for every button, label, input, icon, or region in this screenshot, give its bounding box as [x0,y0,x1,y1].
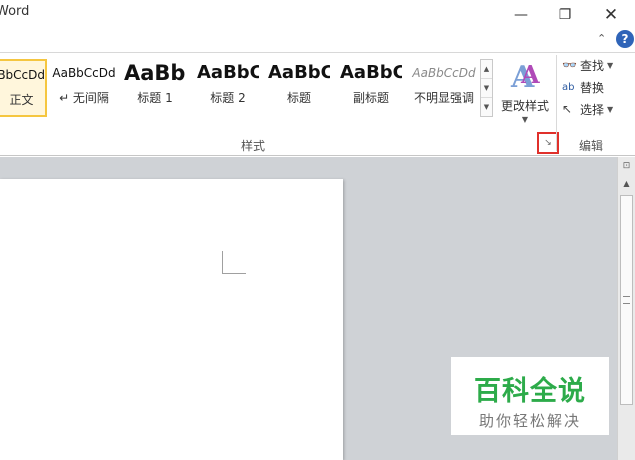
watermark-logo: 百科全说 助你轻松解决 [451,357,609,435]
binoculars-icon: 👓 [562,58,577,72]
style-preview: AaBbCcDd [0,68,45,82]
style-caption: 正文 [9,93,34,107]
collapse-ribbon-icon[interactable]: ⌃ [597,32,606,45]
style-tile-heading-2[interactable]: AaBbC 标题 2 [197,59,259,117]
help-button[interactable]: ? [616,30,634,48]
replace-label: 替换 [580,80,605,95]
margin-corner-mark [222,251,246,274]
styles-group-label: 样式 [241,139,266,153]
close-icon: ✕ [603,5,619,25]
dialog-launcher-icon: ↘ [544,138,552,148]
gallery-more-icon[interactable]: ▼ [481,98,492,117]
find-button[interactable]: 👓 查找 ▼ [562,55,613,75]
change-styles-icon: A A [498,59,552,95]
window-title: Word [0,4,30,19]
style-tile-no-spacing[interactable]: AaBbCcDd ↵ 无间隔 [50,59,118,117]
pointer-icon: ↖ [562,102,573,116]
change-styles-button[interactable]: A A 更改样式 ▼ [498,59,552,129]
group-divider [556,55,557,151]
style-tile-title[interactable]: AaBbC 标题 [268,59,330,117]
style-preview: AaBbC [340,62,402,83]
style-caption: 标题 2 [210,91,246,105]
editing-group-label: 编辑 [579,139,604,153]
style-tile-normal[interactable]: AaBbCcDd 正文 [0,59,47,117]
style-caption: 标题 1 [137,91,173,105]
style-caption: 不明显强调 [413,91,474,105]
style-caption: ↵ 无间隔 [59,91,109,105]
style-caption: 副标题 [352,91,389,105]
style-preview: AaBb [124,61,186,85]
style-preview: AaBbCcDd [412,66,476,80]
find-label: 查找 [580,58,605,73]
style-caption: 标题 [286,91,311,105]
select-label: 选择 [580,102,605,117]
document-page[interactable] [0,179,343,460]
replace-icon: ab [562,81,575,93]
style-tile-subtitle[interactable]: AaBbC 副标题 [340,59,402,117]
minimize-icon: — [514,7,528,23]
watermark-subtitle: 助你轻松解决 [478,412,581,430]
grip-icon [623,296,630,304]
select-button[interactable]: ↖ 选择 ▼ [562,99,613,119]
chevron-down-icon: ▼ [607,104,614,114]
scrollbar-thumb[interactable] [620,195,633,405]
style-tile-heading-1[interactable]: AaBb 标题 1 [124,59,186,117]
watermark-title: 百科全说 [474,376,586,407]
help-icon: ? [621,32,629,46]
style-preview: AaBbC [268,62,330,83]
style-preview: AaBbC [197,62,259,83]
style-preview: AaBbCcDd [52,66,116,80]
svg-text:A: A [520,60,540,89]
style-tile-subtle-emphasis[interactable]: AaBbCcDd 不明显强调 [410,59,478,117]
scroll-up-icon[interactable]: ▲ [619,179,634,193]
gallery-up-icon[interactable]: ▲ [481,60,492,79]
ribbon: AaBbCcDd 正文 AaBbCcDd ↵ 无间隔 AaBb 标题 1 AaB… [0,52,635,156]
ruler-toggle-icon[interactable]: ⊡ [619,161,634,175]
change-styles-label: 更改样式 [500,99,549,113]
title-bar: Word — ❐ ✕ [0,0,635,30]
close-button[interactable]: ✕ [594,3,628,27]
styles-gallery-scroll[interactable]: ▲ ▼ ▼ [480,59,493,117]
gallery-down-icon[interactable]: ▼ [481,79,492,98]
chevron-down-icon: ▼ [607,60,614,70]
minimize-button[interactable]: — [504,3,538,27]
replace-button[interactable]: ab 替换 [562,77,604,97]
vertical-scrollbar[interactable]: ⊡ ▲ [617,157,635,460]
chevron-down-icon: ▼ [521,115,529,124]
restore-button[interactable]: ❐ [548,3,582,27]
ribbon-tab-row [0,30,635,52]
restore-icon: ❐ [558,7,572,23]
